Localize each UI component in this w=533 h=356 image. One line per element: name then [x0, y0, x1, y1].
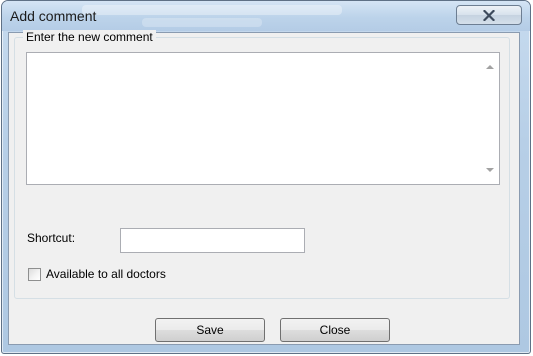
title-bar[interactable]: Add comment	[2, 1, 530, 31]
scroll-down-arrow-icon[interactable]	[486, 168, 494, 172]
window-close-button[interactable]	[456, 5, 522, 25]
available-to-all-doctors-label[interactable]: Available to all doctors	[46, 267, 166, 281]
title-bar-background-blur	[82, 5, 342, 15]
title-bar-background-blur	[142, 18, 262, 27]
comment-scrollbar[interactable]	[481, 53, 499, 184]
comment-textarea[interactable]	[26, 52, 500, 185]
close-button[interactable]: Close	[280, 318, 390, 342]
shortcut-input[interactable]	[120, 228, 305, 253]
save-button[interactable]: Save	[155, 318, 265, 342]
available-to-all-doctors-checkbox-row[interactable]: Available to all doctors	[28, 267, 166, 281]
close-x-icon	[483, 9, 495, 21]
scroll-up-arrow-icon[interactable]	[486, 65, 494, 69]
groupbox-legend: Enter the new comment	[23, 30, 156, 44]
shortcut-label: Shortcut:	[27, 231, 76, 245]
window-title: Add comment	[10, 8, 97, 24]
available-to-all-doctors-checkbox[interactable]	[28, 267, 41, 281]
comment-groupbox: Enter the new comment Shortcut: Availabl…	[14, 30, 510, 299]
comment-text[interactable]	[27, 53, 480, 184]
